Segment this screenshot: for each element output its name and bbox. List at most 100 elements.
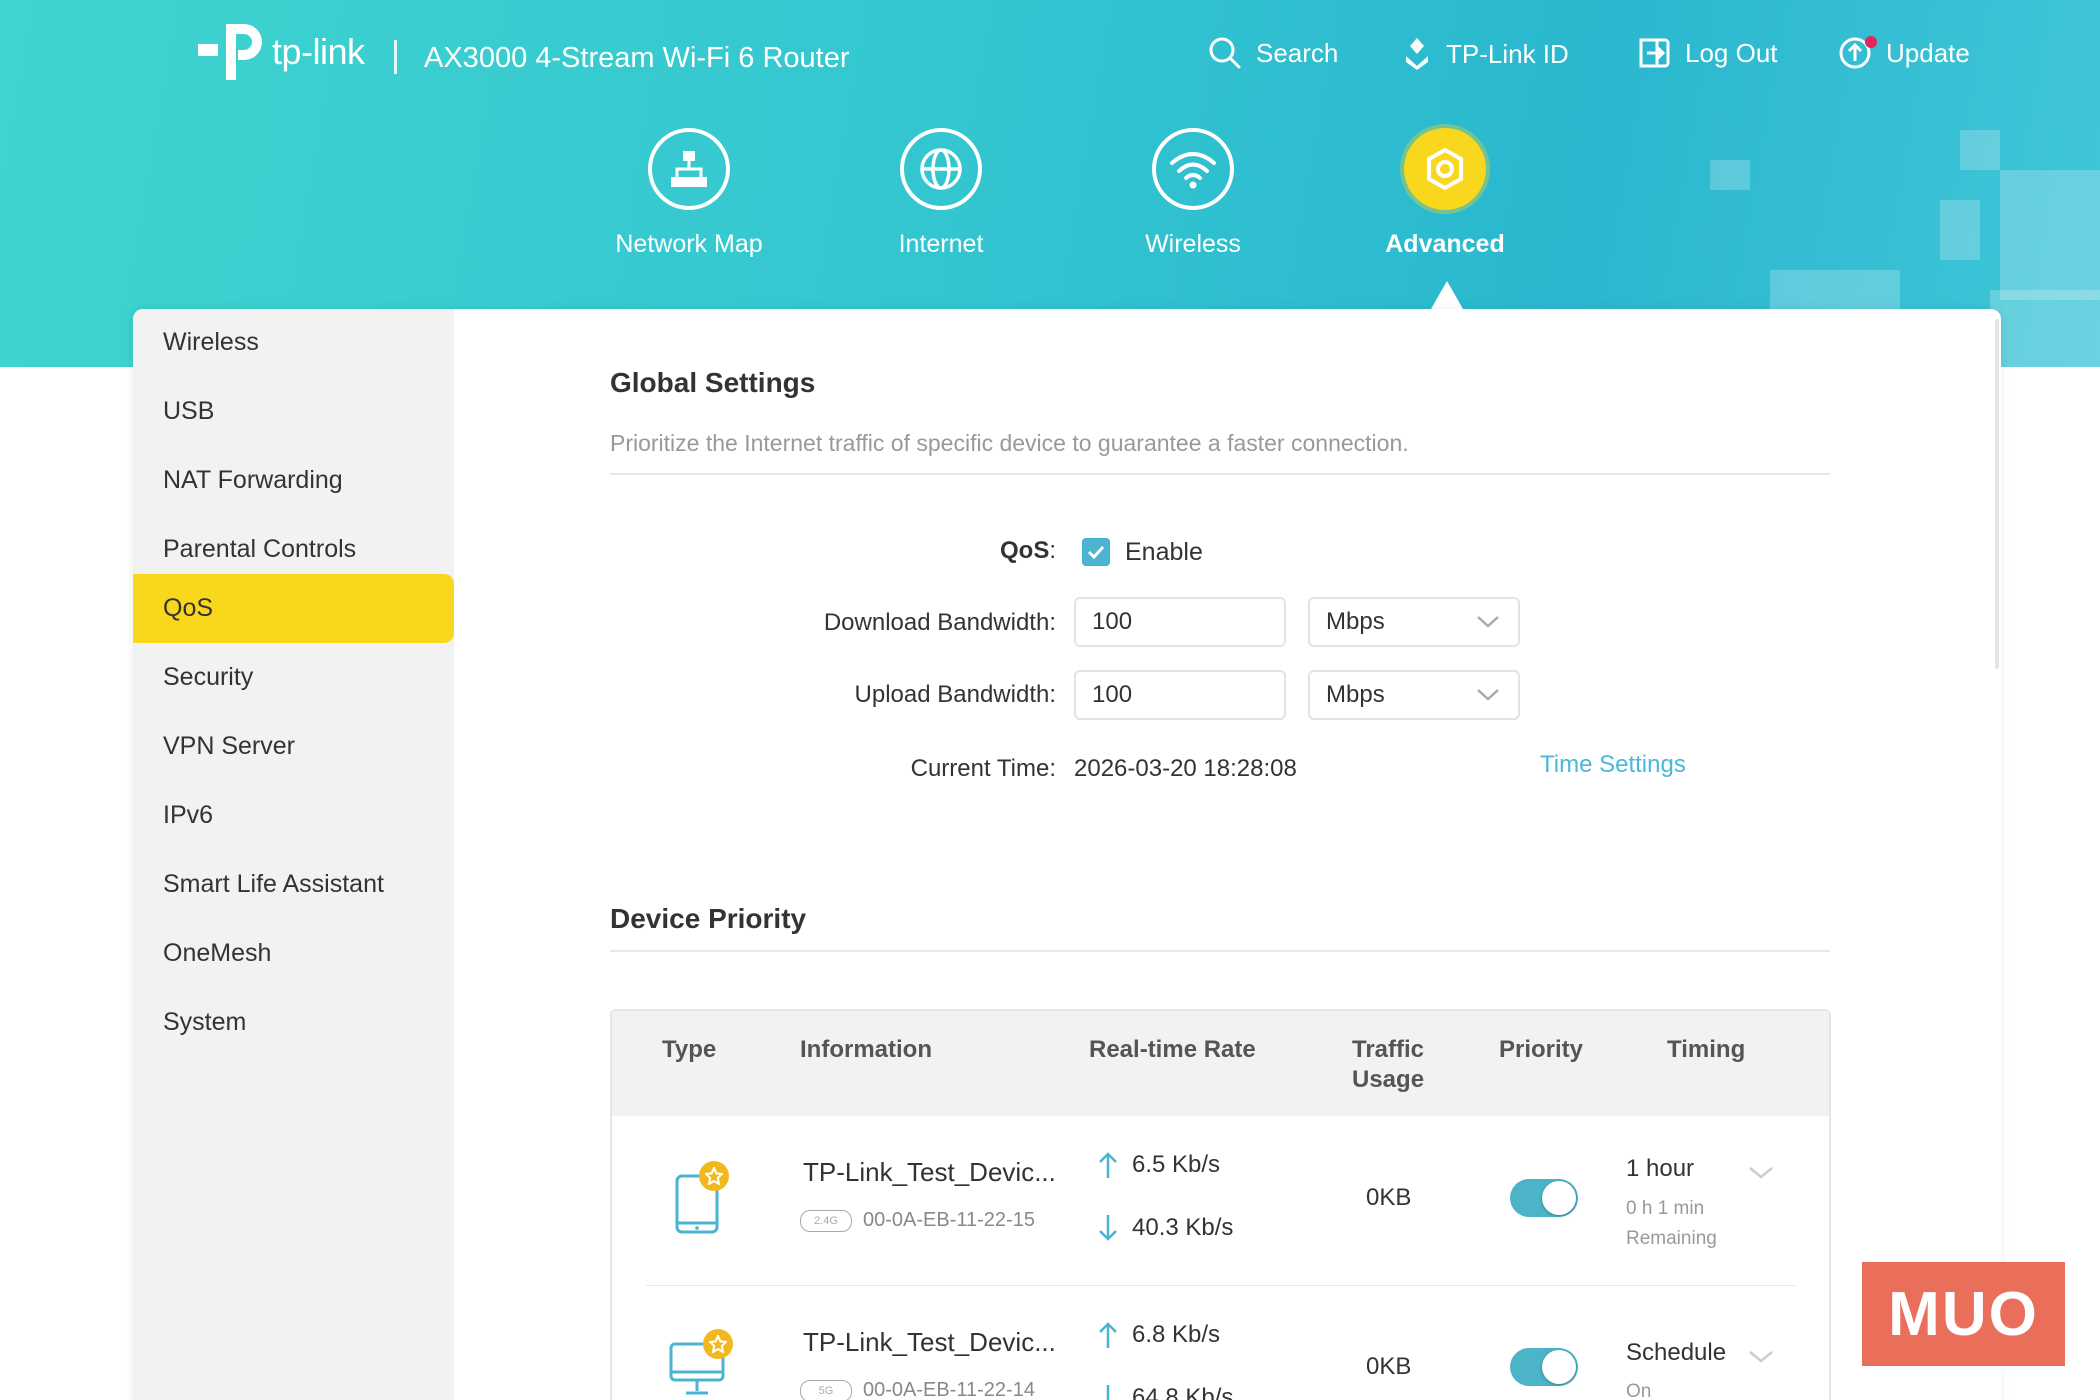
nav-label: Wireless [1145,230,1241,258]
nav-internet[interactable]: Internet [841,128,1041,259]
star-badge-icon [703,1329,733,1359]
column-traffic-usage-line2: Usage [1352,1066,1425,1093]
download-bandwidth-input[interactable]: 100 [1074,597,1286,647]
tplink-id-button[interactable]: TP-Link ID [1402,36,1569,72]
upload-rate-value: 6.8 Kb/s [1132,1321,1221,1348]
sidebar-item-wireless[interactable]: Wireless [133,309,454,377]
section-divider [610,950,1830,952]
sidebar-item-system[interactable]: System [133,988,454,1057]
tplink-id-label: TP-Link ID [1446,38,1569,69]
arrow-up-icon [1099,1322,1117,1348]
column-rate: Real-time Rate [1089,1036,1256,1063]
update-label: Update [1886,37,1970,68]
nav-label: Advanced [1385,230,1505,258]
column-information: Information [800,1036,932,1063]
download-rate: 64.8 Kb/s [1098,1384,1233,1400]
upload-bandwidth-input[interactable]: 100 [1074,670,1286,720]
device-mac: 00-0A-EB-11-22-14 [863,1379,1035,1400]
current-time-label: Current Time: [910,755,1056,782]
timing-value[interactable]: 1 hour [1626,1155,1694,1183]
nav-advanced[interactable]: Advanced [1345,128,1545,259]
table-header: Type Information Real-time Rate Traffic … [612,1011,1829,1116]
timing-remaining: 0 h 1 min Remaining [1626,1194,1717,1254]
decor-square [1710,160,1750,190]
upload-rate: 6.8 Kb/s [1098,1321,1220,1349]
decor-square [1990,290,2100,367]
upload-unit-select[interactable]: Mbps [1308,670,1520,720]
sidebar-item-vpn-server[interactable]: VPN Server [133,712,454,781]
wifi-icon [1152,128,1234,210]
scrollbar[interactable] [1995,319,1999,669]
download-rate-value: 40.3 Kb/s [1132,1214,1234,1241]
nav-label: Internet [898,230,984,258]
checkmark-icon [1087,545,1105,559]
search-label: Search [1256,37,1339,68]
sidebar: Wireless USB NAT Forwarding Parental Con… [133,309,454,1400]
sidebar-item-ipv6[interactable]: IPv6 [133,781,454,850]
device-priority-title: Device Priority [610,903,807,934]
tplink-logo-icon [196,18,268,86]
chevron-down-icon[interactable] [1748,1166,1774,1180]
download-unit-value: Mbps [1326,608,1385,635]
qos-enable-checkbox[interactable] [1082,538,1110,566]
search-icon [1209,37,1241,69]
upload-rate-value: 6.5 Kb/s [1132,1151,1221,1178]
gear-icon [1404,128,1486,210]
section-divider [610,473,1830,475]
logout-label: Log Out [1685,37,1778,68]
decor-square [2000,170,2100,300]
qos-enable-label: Enable [1125,538,1203,566]
download-rate-value: 64.8 Kb/s [1132,1384,1234,1400]
global-settings-title: Global Settings [610,367,816,398]
active-nav-indicator [1431,281,1463,309]
priority-toggle[interactable] [1510,1179,1578,1217]
column-traffic-usage: Traffic Usage [1352,1035,1424,1095]
arrow-down-icon [1099,1215,1117,1241]
download-unit-select[interactable]: Mbps [1308,597,1520,647]
upload-unit-value: Mbps [1326,681,1385,708]
logout-button[interactable]: Log Out [1637,36,1778,70]
logout-icon [1639,38,1670,68]
timing-remaining-time: 0 h 1 min [1626,1198,1705,1219]
upload-rate: 6.5 Kb/s [1098,1151,1220,1179]
network-map-icon [648,128,730,210]
timing-remaining-label: Remaining [1626,1228,1717,1249]
qos-label: QoS: [999,537,1056,564]
row-divider [646,1285,1796,1286]
search-button[interactable]: Search [1208,36,1338,70]
sidebar-item-nat-forwarding[interactable]: NAT Forwarding [133,446,454,515]
device-name: TP-Link_Test_Devic... [803,1157,1056,1187]
upload-bandwidth-label: Upload Bandwidth: [854,681,1056,708]
band-badge: 5G [800,1380,852,1400]
muo-watermark-logo: MUO [1862,1262,2065,1366]
column-priority: Priority [1499,1036,1584,1063]
brand-name: tp-link [272,31,365,72]
update-button[interactable]: Update [1838,36,1970,70]
timing-status: On [1626,1381,1652,1400]
priority-toggle[interactable] [1510,1348,1578,1386]
sidebar-item-security[interactable]: Security [133,643,454,712]
chevron-down-icon[interactable] [1748,1350,1774,1364]
toggle-knob [1542,1350,1576,1384]
sidebar-item-smart-life-assistant[interactable]: Smart Life Assistant [133,850,454,919]
device-mac: 00-0A-EB-11-22-15 [863,1209,1035,1231]
band-badge: 2.4G [800,1210,852,1232]
sidebar-item-qos[interactable]: QoS [133,574,454,643]
header-divider [394,40,397,74]
sidebar-item-usb[interactable]: USB [133,377,454,446]
time-settings-link[interactable]: Time Settings [1540,751,1686,779]
star-badge-icon [699,1161,729,1191]
nav-wireless[interactable]: Wireless [1093,128,1293,259]
column-timing: Timing [1667,1036,1746,1063]
traffic-usage: 0KB [1366,1353,1412,1380]
timing-value[interactable]: Schedule [1626,1339,1726,1367]
arrow-up-icon [1099,1152,1117,1178]
nav-network-map[interactable]: Network Map [589,128,789,259]
device-name: TP-Link_Test_Devic... [803,1327,1056,1357]
current-time-value: 2026-03-20 18:28:08 [1074,755,1297,782]
column-type: Type [662,1036,717,1063]
download-bandwidth-label: Download Bandwidth: [823,609,1056,636]
sidebar-item-onemesh[interactable]: OneMesh [133,919,454,988]
tplink-id-icon [1406,38,1428,70]
tplink-logo[interactable]: tp-link [196,18,365,86]
